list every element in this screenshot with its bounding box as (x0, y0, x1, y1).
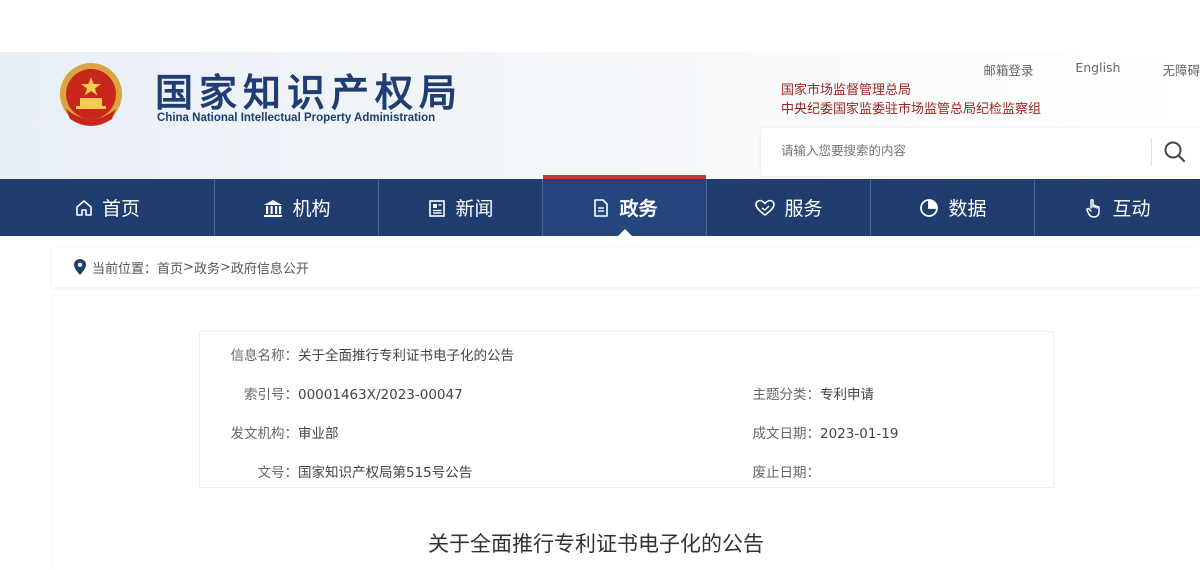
search-divider (1151, 138, 1152, 166)
info-topic-label: 主题分类： (752, 387, 821, 403)
search-icon[interactable] (1162, 139, 1188, 165)
nav-label: 互动 (1112, 198, 1151, 220)
search-box (761, 128, 1200, 176)
nav-item-services[interactable]: 服务 (707, 179, 871, 236)
nav-item-organization[interactable]: 机构 (215, 179, 379, 236)
site-subtitle: China National Intellectual Property Adm… (157, 112, 436, 124)
info-topic-value: 专利申请 (820, 387, 874, 403)
main-nav: 首页 机构 新闻 政务 服务 数据 互动 (0, 175, 1200, 236)
nav-label: 政务 (619, 198, 658, 220)
breadcrumb-separator: > (219, 259, 231, 275)
info-expire-label: 废止日期： (752, 465, 821, 481)
breadcrumb-gov-info-disclosure[interactable]: 政府信息公开 (231, 258, 309, 277)
article-title: 关于全面推行专利证书电子化的公告 (428, 532, 764, 556)
search-input[interactable] (779, 142, 1143, 159)
breadcrumb-home[interactable]: 首页 (157, 258, 183, 277)
breadcrumb-prefix: 当前位置： (92, 261, 158, 277)
info-date-row: 成文日期：2023-01-19 (710, 422, 899, 442)
info-index-label: 索引号： (244, 387, 298, 403)
info-date-label: 成文日期： (752, 426, 821, 442)
nav-label: 服务 (784, 198, 823, 220)
info-issuer-label: 发文机构： (230, 426, 299, 442)
nav-label: 机构 (292, 198, 331, 220)
info-date-value: 2023-01-19 (820, 426, 899, 442)
info-topic-row: 主题分类：专利申请 (710, 383, 875, 403)
info-expire-row: 废止日期： (710, 461, 821, 481)
info-name-value: 关于全面推行专利证书电子化的公告 (298, 348, 514, 364)
info-docno-row: 文号：国家知识产权局第515号公告 (200, 461, 473, 481)
nav-item-interaction[interactable]: 互动 (1035, 179, 1200, 236)
site-title[interactable]: 国家知识产权局 (155, 62, 463, 117)
nav-item-news[interactable]: 新闻 (379, 179, 543, 236)
home-icon (74, 198, 94, 218)
top-links: 邮箱登录 English 无障碍 (941, 60, 1200, 79)
samr-link[interactable]: 国家市场监督管理总局 (781, 81, 1041, 100)
accessibility-link[interactable]: 无障碍 (1162, 60, 1200, 79)
info-index-value: 00001463X/2023-00047 (298, 387, 463, 403)
nav-item-government-affairs[interactable]: 政务 (543, 175, 707, 236)
mail-login-link[interactable]: 邮箱登录 (983, 60, 1033, 79)
heart-hand-icon (754, 198, 776, 218)
english-link[interactable]: English (1075, 60, 1120, 79)
breadcrumb-government-affairs[interactable]: 政务 (194, 258, 220, 277)
nav-label: 首页 (101, 198, 140, 220)
info-name-label: 信息名称： (230, 348, 299, 364)
nav-item-data[interactable]: 数据 (871, 179, 1035, 236)
info-issuer-value: 审业部 (298, 426, 339, 442)
nav-label: 数据 (948, 198, 987, 220)
info-docno-value: 国家知识产权局第515号公告 (298, 465, 473, 481)
document-icon (591, 198, 611, 218)
info-name-row: 信息名称：关于全面推行专利证书电子化的公告 (200, 344, 515, 364)
department-links: 国家市场监督管理总局 中央纪委国家监委驻市场监管总局纪检监察组 (781, 81, 1041, 119)
location-pin-icon (74, 259, 86, 275)
pie-chart-icon (918, 197, 940, 219)
discipline-group-link[interactable]: 中央纪委国家监委驻市场监管总局纪检监察组 (781, 100, 1041, 119)
breadcrumb-separator: > (183, 259, 194, 275)
news-icon (427, 198, 447, 218)
national-emblem-logo[interactable] (52, 57, 130, 135)
info-issuer-row: 发文机构：审业部 (200, 422, 339, 442)
breadcrumb: 当前位置： 首页 > 政务 > 政府信息公开 (52, 247, 1200, 287)
hand-pointer-icon (1084, 197, 1104, 219)
nav-label: 新闻 (455, 198, 494, 220)
info-metadata-table: 信息名称：关于全面推行专利证书电子化的公告 索引号：00001463X/2023… (199, 331, 1054, 488)
info-index-row: 索引号：00001463X/2023-00047 (200, 383, 463, 403)
info-docno-label: 文号： (257, 465, 299, 481)
building-icon (262, 198, 284, 218)
nav-item-home[interactable]: 首页 (0, 179, 215, 236)
